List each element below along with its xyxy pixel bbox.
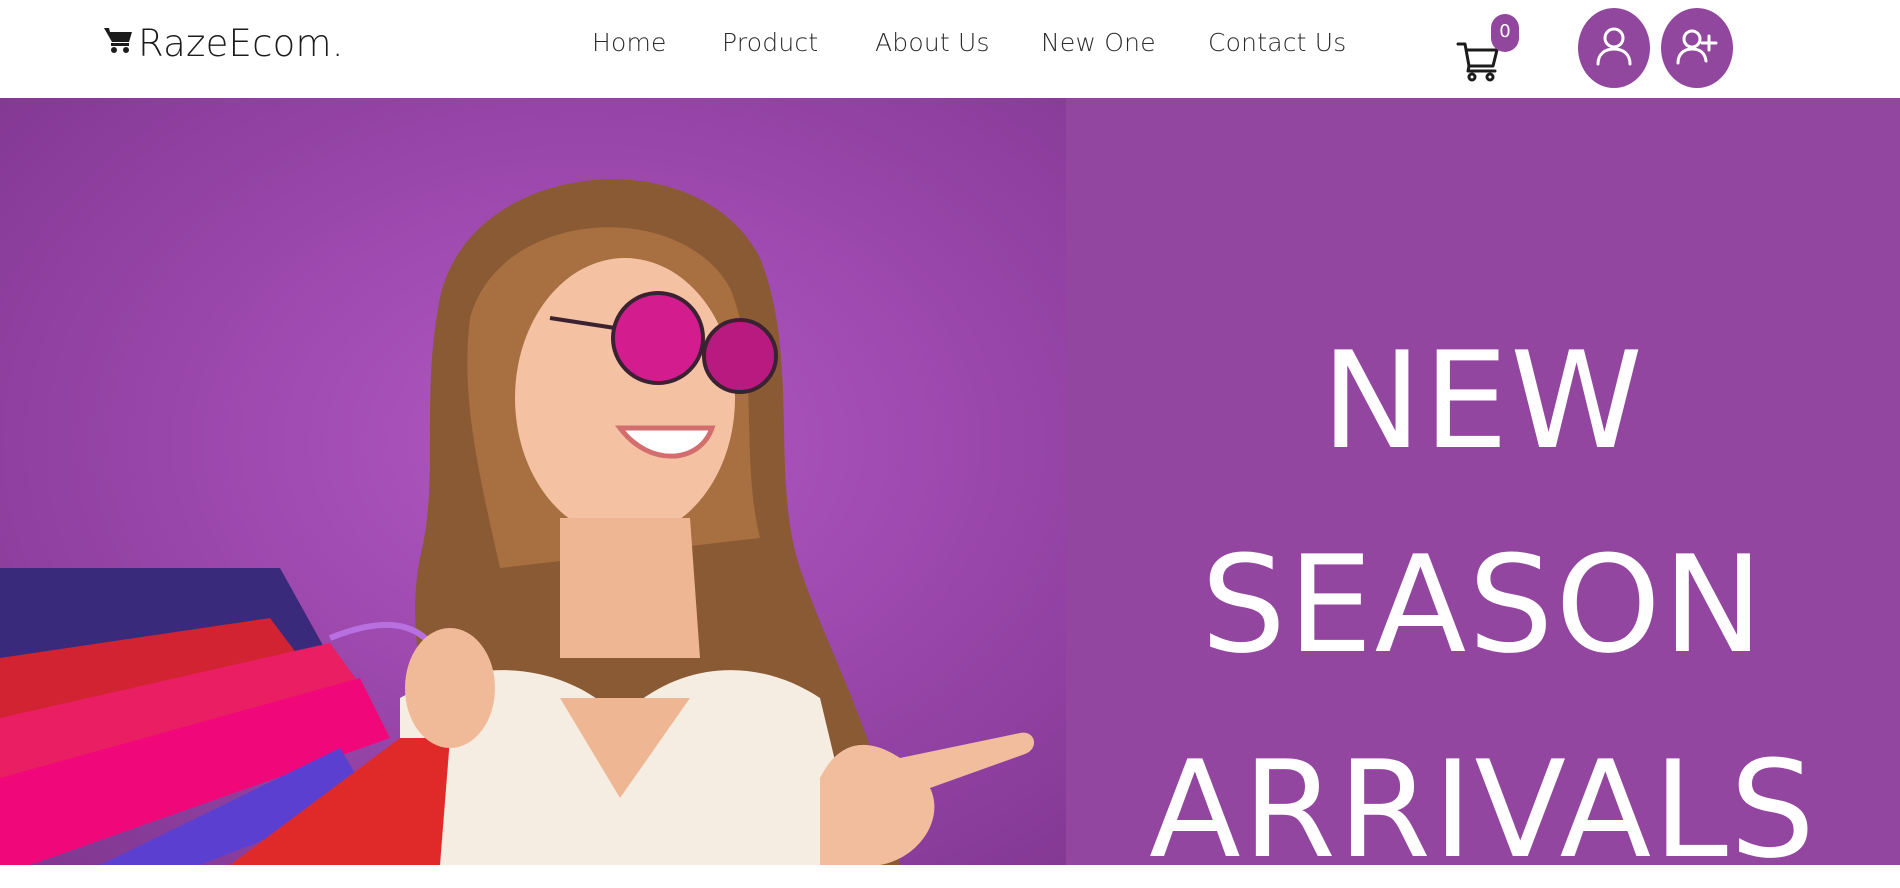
hero-headline: NEW SEASON ARRIVALS bbox=[1066, 98, 1900, 885]
hero-image bbox=[0, 98, 1066, 865]
nav-item-product[interactable]: Product bbox=[722, 28, 818, 57]
cart-count-badge: 0 bbox=[1491, 14, 1519, 52]
nav-item-about-us[interactable]: About Us bbox=[875, 28, 990, 57]
register-button[interactable] bbox=[1661, 8, 1733, 88]
nav-item-home[interactable]: Home bbox=[592, 28, 667, 57]
nav-item-contact-us[interactable]: Contact Us bbox=[1208, 28, 1347, 57]
hero-line-season: SEASON bbox=[1200, 527, 1766, 683]
hero-line-arrivals: ARRIVALS bbox=[1149, 732, 1817, 888]
hero-banner: NEW SEASON ARRIVALS bbox=[0, 98, 1900, 885]
cart-icon bbox=[1456, 42, 1502, 88]
site-header: RazeEcom. Home Product About Us New One … bbox=[0, 0, 1900, 98]
nav-item-new-one[interactable]: New One bbox=[1041, 28, 1156, 57]
hero-line-new: NEW bbox=[1321, 323, 1645, 479]
user-icon bbox=[1593, 25, 1635, 71]
user-plus-icon bbox=[1676, 25, 1718, 71]
login-button[interactable] bbox=[1578, 8, 1650, 88]
